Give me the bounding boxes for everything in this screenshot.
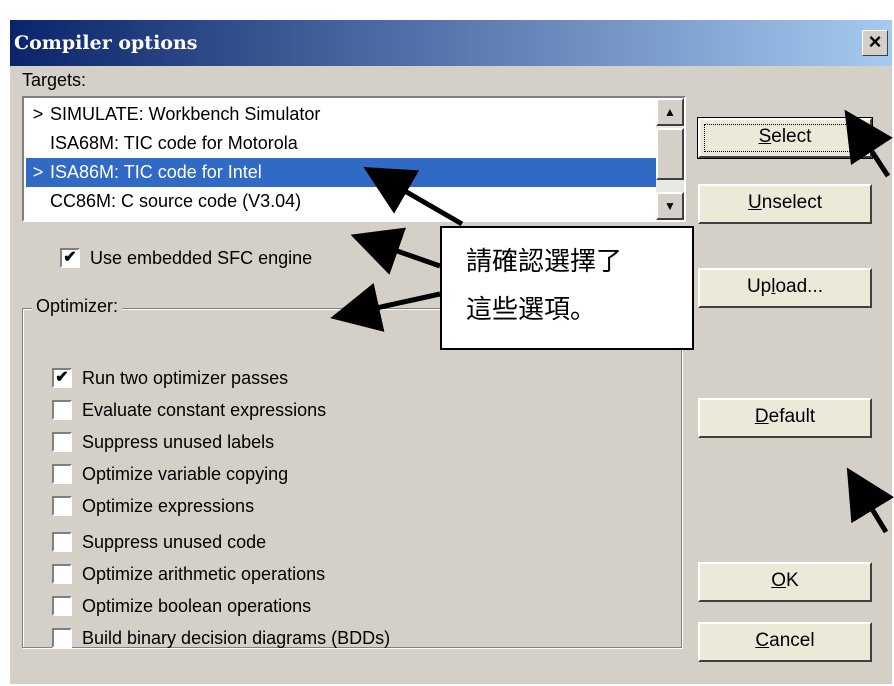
button-text: nselect [761,192,822,213]
access-key: U [748,192,762,213]
embedded-sfc-label: Use embedded SFC engine [90,248,313,268]
checkbox[interactable] [52,496,72,516]
checkbox-checked-icon[interactable]: ✔ [52,368,72,388]
ok-button[interactable]: OK [698,562,872,602]
checkbox[interactable] [52,464,72,484]
target-item-isa68m[interactable]: ISA68M: TIC code for Motorola [26,129,656,158]
target-item-isa86m[interactable]: > ISA86M: TIC code for Intel [26,158,656,187]
checkbox[interactable] [52,432,72,452]
checkbox[interactable] [52,564,72,584]
checkbox[interactable] [52,400,72,420]
button-text: ancel [769,630,815,651]
target-item-simulate[interactable]: > SIMULATE: Workbench Simulator [26,100,656,129]
optimizer-option-label: Evaluate constant expressions [82,400,327,420]
targets-label: Targets: [22,70,87,90]
checkbox-checked-icon[interactable]: ✔ [60,248,80,268]
annotation-line: 這些選項。 [466,295,597,325]
targets-listbox[interactable]: > SIMULATE: Workbench Simulator ISA68M: T… [22,96,686,222]
access-key: D [754,406,769,427]
annotation-callout: 請確認選擇了 這些選項。 [440,226,694,350]
target-marker: > [32,104,44,124]
target-marker: > [32,162,44,182]
access-key: O [771,570,787,591]
select-button[interactable]: Select [697,117,873,159]
optimizer-option-label: Optimize boolean operations [82,596,312,616]
checkbox[interactable] [52,628,72,648]
cancel-button[interactable]: Cancel [698,622,872,662]
optimizer-option-label: Optimize arithmetic operations [82,564,326,584]
unselect-button[interactable]: Unselect [698,184,872,224]
scroll-down-icon[interactable]: ▼ [656,192,684,220]
title-bar[interactable]: Compiler options × [10,20,892,66]
button-text: oad... [775,276,824,297]
access-key: C [755,630,770,651]
optimizer-label: Optimizer: [32,296,123,317]
default-button[interactable]: Default [698,398,872,438]
optimizer-option-label: Build binary decision diagrams (BDDs) [82,628,391,648]
annotation-line: 請確認選擇了 [466,247,623,277]
optimizer-option-label: Optimize variable copying [82,464,289,484]
optimizer-option-label: Suppress unused code [82,532,267,552]
optimizer-option-label: Suppress unused labels [82,432,275,452]
dialog-title: Compiler options [14,32,198,54]
checkbox[interactable] [52,596,72,616]
optimizer-option-label: Optimize expressions [82,496,255,516]
close-icon[interactable]: × [862,30,888,56]
scroll-thumb[interactable] [656,128,684,180]
button-text: Up [746,276,772,297]
target-item-label: ISA68M: TIC code for Motorola [50,133,298,153]
target-item-label: CC86M: C source code (V3.04) [50,191,302,211]
button-text: K [786,570,799,591]
checkbox[interactable] [52,532,72,552]
target-item-label: SIMULATE: Workbench Simulator [50,104,321,124]
focus-rect [704,124,866,152]
target-item-label: ISA86M: TIC code for Intel [50,162,262,182]
optimizer-option-label: Run two optimizer passes [82,368,289,388]
target-item-cc86m[interactable]: CC86M: C source code (V3.04) [26,187,656,216]
targets-scrollbar[interactable]: ▲ ▼ [656,98,684,220]
upload-button[interactable]: Upload... [698,268,872,308]
scroll-up-icon[interactable]: ▲ [656,98,684,126]
button-text: efault [768,406,816,427]
